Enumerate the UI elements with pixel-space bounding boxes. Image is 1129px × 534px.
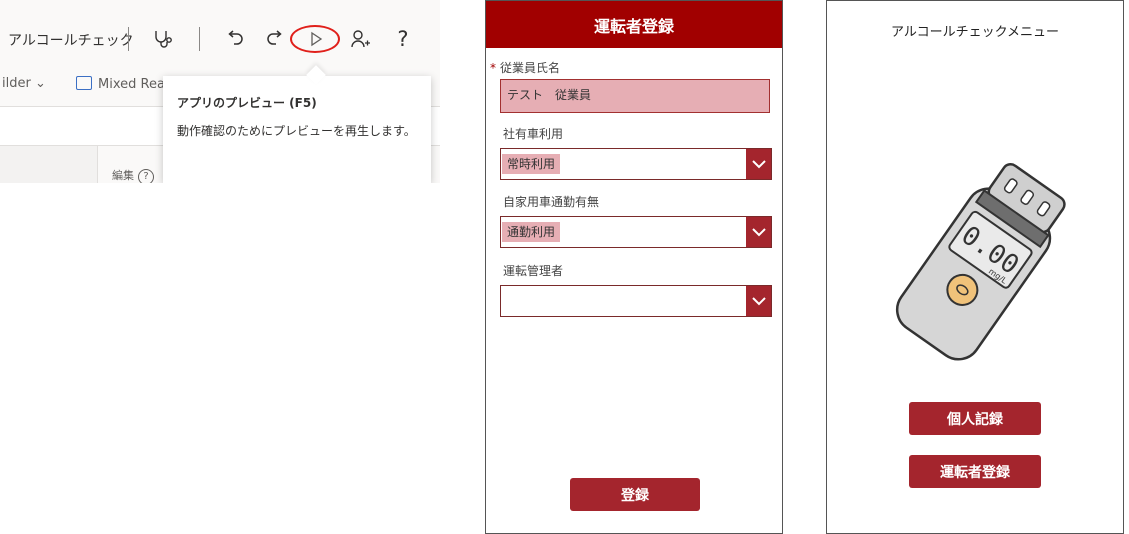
company-car-value: 常時利用 <box>502 154 561 174</box>
toolbar-divider <box>128 27 129 51</box>
chevron-down-icon[interactable] <box>746 149 771 179</box>
menu-screen: アルコールチェックメニュー 0.00 mg/L 個人記録 運転者登録 <box>826 0 1124 534</box>
stethoscope-icon[interactable] <box>150 26 176 52</box>
register-header: 運転者登録 <box>486 1 782 48</box>
redo-icon[interactable] <box>262 26 288 52</box>
chevron-down-icon[interactable] <box>746 286 771 316</box>
tree-view-panel <box>0 146 98 183</box>
manager-label: 運転管理者 <box>503 264 564 278</box>
highlight-circle <box>290 25 340 53</box>
employee-name-input[interactable]: テスト 従業員 <box>500 79 770 113</box>
mixed-reality-menu[interactable]: Mixed Rea <box>76 76 165 92</box>
studio-fragment: アルコールチェック ? ilder ⌄ Mixed Rea 編集? アプリのプレ… <box>0 0 440 183</box>
register-title: 運転者登録 <box>593 16 674 36</box>
undo-icon[interactable] <box>222 26 248 52</box>
company-car-dropdown[interactable]: 常時利用 <box>500 148 772 180</box>
company-car-label: 社有車利用 <box>503 127 564 141</box>
register-submit-button[interactable]: 登録 <box>570 478 700 511</box>
personal-record-button[interactable]: 個人記録 <box>909 402 1041 435</box>
help-icon[interactable]: ? <box>390 26 416 52</box>
own-car-dropdown[interactable]: 通勤利用 <box>500 216 772 248</box>
mixed-reality-icon <box>76 76 92 90</box>
employee-label-text: 従業員氏名 <box>500 61 561 75</box>
chevron-down-icon[interactable] <box>746 217 771 247</box>
mixed-reality-label: Mixed Rea <box>98 77 165 92</box>
app-title: アルコールチェック <box>8 33 134 49</box>
tooltip-description: 動作確認のためにプレビューを再生します。 <box>177 124 416 138</box>
register-screen: 運転者登録 * 従業員氏名 テスト 従業員 社有車利用 常時利用 自家用車通勤有無… <box>485 0 783 534</box>
person-add-icon[interactable] <box>348 26 374 52</box>
menu-title: アルコールチェックメニュー <box>890 25 1060 40</box>
edit-text: 編集 <box>112 169 134 182</box>
builder-menu[interactable]: ilder ⌄ <box>2 76 46 91</box>
manager-dropdown[interactable] <box>500 285 772 317</box>
own-car-value: 通勤利用 <box>502 222 561 242</box>
required-mark: * <box>490 61 496 75</box>
employee-label: * 従業員氏名 <box>490 59 560 76</box>
studio-command-bar: アルコールチェック ? <box>0 0 440 60</box>
breathalyzer-illustration: 0.00 mg/L <box>895 163 1066 361</box>
toolbar-divider <box>199 27 200 51</box>
edit-help-icon[interactable]: ? <box>138 169 154 183</box>
tooltip-title: アプリのプレビュー (F5) <box>177 96 317 110</box>
driver-register-button[interactable]: 運転者登録 <box>909 455 1041 488</box>
preview-tooltip: アプリのプレビュー (F5) 動作確認のためにプレビューを再生します。 <box>163 76 431 183</box>
own-car-label: 自家用車通勤有無 <box>503 195 600 209</box>
edit-label: 編集? <box>112 167 154 183</box>
